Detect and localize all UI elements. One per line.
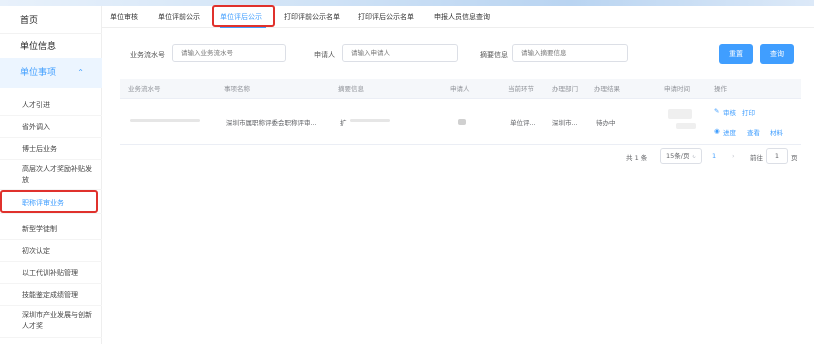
- tab-unit-review[interactable]: 单位审核: [110, 6, 138, 28]
- col-applicant: 申请人: [450, 85, 470, 93]
- tab-applicant-query[interactable]: 申报人员信息查询: [434, 6, 490, 28]
- redacted-business-no: [130, 119, 200, 122]
- sidebar-item-transfer-in[interactable]: 省外调入: [0, 116, 102, 138]
- tab-print-pre-review-list[interactable]: 打印评前公示名单: [284, 6, 340, 28]
- cell-current-step: 单位评...: [510, 119, 536, 127]
- col-business-no: 业务流水号: [128, 85, 161, 93]
- cell-summary: 扩: [340, 119, 347, 127]
- col-actions: 操作: [714, 85, 727, 93]
- redacted-apply-time: [668, 109, 692, 119]
- sidebar-item-initial-cert[interactable]: 初次认定: [0, 240, 102, 262]
- col-matter-name: 事项名称: [224, 85, 250, 93]
- reset-button[interactable]: 重置: [719, 44, 753, 64]
- tab-pre-review-notice[interactable]: 单位评前公示: [158, 6, 200, 28]
- sidebar-item-postdoc[interactable]: 博士后业务: [0, 138, 102, 160]
- table-header: 业务流水号 事项名称 摘要信息 申请人 当前环节 办理部门 办理结果 申请时间 …: [120, 79, 801, 99]
- progress-link[interactable]: 进度: [723, 127, 736, 137]
- applicant-input[interactable]: [342, 44, 458, 62]
- page-size-select[interactable]: 15条/页 ⌄: [660, 148, 702, 164]
- sidebar-group-unit-matters[interactable]: 单位事项 ⌃: [0, 58, 102, 88]
- page-unit-label: 页: [791, 154, 798, 162]
- redacted-summary: [350, 119, 390, 122]
- col-apply-time: 申请时间: [664, 85, 690, 93]
- col-current-step: 当前环节: [508, 85, 534, 93]
- sidebar-item-industry-talent[interactable]: 深圳市产业发展与创新人才奖: [0, 308, 102, 338]
- cell-dept: 深圳市...: [552, 119, 578, 127]
- query-button[interactable]: 查询: [760, 44, 794, 64]
- pagination-total: 共 1 条: [626, 154, 648, 162]
- redacted-apply-time-2: [676, 123, 696, 129]
- tab-bar: 单位审核 单位评前公示 单位评后公示 打印评前公示名单 打印评后公示名单 申报人…: [102, 6, 814, 28]
- tab-print-post-review-list[interactable]: 打印评后公示名单: [358, 6, 414, 28]
- eye-icon: ◉: [714, 127, 720, 135]
- goto-label: 前往: [750, 154, 763, 162]
- edit-icon: ✎: [714, 107, 720, 115]
- sidebar-item-training-subsidy[interactable]: 以工代训补贴管理: [0, 262, 102, 284]
- prev-page-icon[interactable]: ‹: [692, 152, 695, 160]
- sidebar-item-talent-intro[interactable]: 人才引进: [0, 94, 102, 116]
- table-row: 深圳市属职称评委会职称评审... 扩 单位评... 深圳市... 待办中 ✎ 审…: [120, 99, 801, 145]
- sidebar-unit-info[interactable]: 单位信息: [0, 34, 102, 60]
- col-summary: 摘要信息: [338, 85, 364, 93]
- summary-input[interactable]: [512, 44, 628, 62]
- business-no-input[interactable]: [172, 44, 286, 62]
- materials-link[interactable]: 材料: [770, 127, 783, 137]
- col-result: 办理结果: [594, 85, 620, 93]
- sidebar-item-skill-score[interactable]: 技能鉴定成绩管理: [0, 284, 102, 306]
- sidebar: 首页 单位信息 单位事项 ⌃ 人才引进 省外调入 博士后业务 高层次人才奖励补贴…: [0, 6, 102, 344]
- print-link[interactable]: 打印: [742, 107, 755, 117]
- sidebar-group-label: 单位事项: [20, 68, 57, 78]
- next-page-icon[interactable]: ›: [732, 152, 735, 160]
- highlight-box-sidebar: [0, 190, 98, 213]
- applicant-label: 申请人: [314, 51, 335, 59]
- redacted-applicant: [458, 119, 466, 125]
- current-page[interactable]: 1: [712, 152, 716, 160]
- sidebar-home[interactable]: 首页: [0, 8, 102, 34]
- page-size-value: 15条/页: [666, 152, 690, 160]
- cell-matter-name: 深圳市属职称评委会职称评审...: [226, 119, 317, 127]
- highlight-box-tab: [212, 5, 275, 27]
- summary-label: 摘要信息: [480, 51, 508, 59]
- col-dept: 办理部门: [552, 85, 578, 93]
- goto-page-input[interactable]: 1: [766, 148, 788, 164]
- business-no-label: 业务流水号: [130, 51, 165, 59]
- sidebar-item-high-level-subsidy[interactable]: 高层次人才奖励补贴发放: [0, 160, 102, 190]
- chevron-up-icon: ⌃: [77, 68, 84, 77]
- view-link[interactable]: 查看: [747, 127, 760, 137]
- sidebar-item-apprentice[interactable]: 新型学徒制: [0, 218, 102, 240]
- review-link[interactable]: 审核: [723, 107, 736, 117]
- cell-result: 待办中: [596, 119, 616, 127]
